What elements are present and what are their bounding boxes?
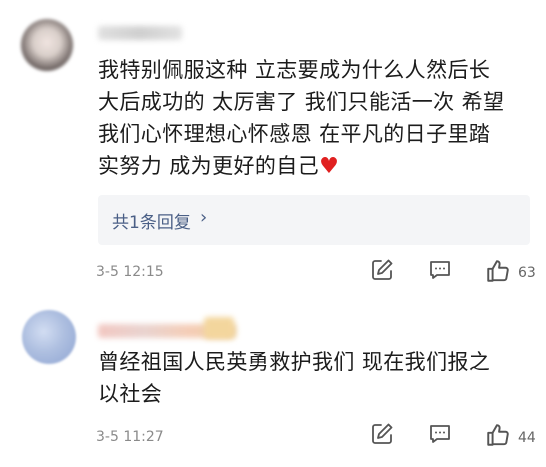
comment-timestamp: 3-5 12:15: [96, 264, 164, 280]
comment-timestamp: 3-5 11:27: [96, 429, 164, 445]
avatar[interactable]: [22, 310, 76, 364]
heart-emoji: ♥: [319, 154, 340, 179]
comment-icon[interactable]: [428, 258, 452, 286]
edit-icon[interactable]: [370, 258, 394, 286]
edit-icon[interactable]: [370, 422, 394, 450]
comment-line: 我特别佩服这种 立志要成为什么人然后长: [98, 58, 491, 82]
comment-line: 大后成功的 太厉害了 我们只能活一次 希望: [98, 90, 505, 114]
comment-line: 曾经祖国人民英勇救护我们 现在我们报之: [98, 350, 491, 374]
chevron-right-icon: ›: [200, 207, 208, 228]
comment-line: 实努力 成为更好的自己♥: [98, 154, 340, 179]
comment-item: 曾经祖国人民英勇救护我们 现在我们报之 以社会 3-5 11:27 44: [0, 298, 546, 467]
comment-icon[interactable]: [428, 422, 452, 450]
thumbs-up-icon[interactable]: [485, 258, 511, 288]
replies-label: 共1条回复: [112, 213, 191, 233]
comment-text: 曾经祖国人民英勇救护我们 现在我们报之 以社会: [98, 346, 538, 410]
replies-link[interactable]: 共1条回复 ›: [98, 195, 530, 245]
avatar[interactable]: [21, 19, 73, 71]
comment-text: 我特别佩服这种 立志要成为什么人然后长 大后成功的 太厉害了 我们只能活一次 希…: [98, 54, 538, 183]
user-badge-blurred: [204, 317, 234, 339]
comment-line: 我们心怀理想心怀感恩 在平凡的日子里踏: [98, 122, 491, 146]
like-count: 44: [518, 430, 536, 446]
like-count: 63: [518, 265, 536, 281]
comment-line: 以社会: [98, 382, 163, 406]
thumbs-up-icon[interactable]: [485, 422, 511, 452]
username-blurred[interactable]: [98, 26, 182, 40]
comment-item: 我特别佩服这种 立志要成为什么人然后长 大后成功的 太厉害了 我们只能活一次 希…: [0, 0, 546, 298]
